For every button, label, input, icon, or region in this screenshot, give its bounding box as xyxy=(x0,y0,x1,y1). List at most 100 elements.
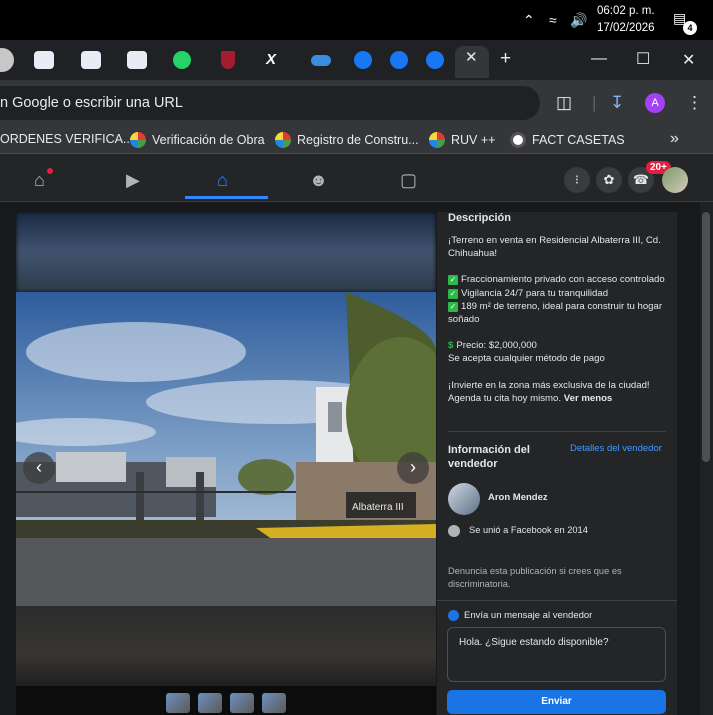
facebook-icon xyxy=(448,525,460,537)
new-tab-icon[interactable]: + xyxy=(500,48,511,70)
messenger-small-icon xyxy=(448,610,459,621)
cta-text: ¡Invierte en la zona más exclusiva de la… xyxy=(448,379,650,404)
speaker-icon[interactable]: 🔊 xyxy=(570,12,587,29)
groups-icon[interactable]: ☻ xyxy=(309,170,328,191)
blurred-background-bottom xyxy=(16,606,436,686)
description-body: ¡Terreno en venta en Residencial Albater… xyxy=(448,234,670,405)
download-icon[interactable]: ↧ xyxy=(610,93,624,113)
seller-name[interactable]: Aron Mendez xyxy=(488,492,548,503)
marketplace-icon[interactable]: ⌂ xyxy=(217,170,228,191)
profile-avatar[interactable]: A xyxy=(645,93,665,113)
close-window-icon[interactable]: ✕ xyxy=(682,50,695,70)
tab-favicon-3[interactable] xyxy=(81,51,101,69)
tab-favicon-4[interactable] xyxy=(127,51,147,69)
seller-info-title: Información del vendedor xyxy=(448,444,530,470)
thumbnail[interactable] xyxy=(230,693,254,713)
bookmark-label: ORDENES VERIFICA... xyxy=(0,132,134,146)
see-less-link[interactable]: Ver menos xyxy=(564,393,613,404)
facebook-tab-icon-2[interactable] xyxy=(390,51,408,69)
price-text: Precio: $2,000,000 xyxy=(456,340,537,352)
price-line: $ Precio: $2,000,000 xyxy=(448,339,670,352)
system-taskbar: ⌃ ≈ 🔊 06:02 p. m. 17/02/2026 ▤ 4 xyxy=(0,0,713,40)
facebook-tab-icon-3[interactable] xyxy=(426,51,444,69)
check-icon: ✓ xyxy=(448,288,458,299)
messenger-icon[interactable]: ✿ xyxy=(596,167,622,193)
description-title: Descripción xyxy=(448,212,511,224)
listing-details-panel: Descripción ¡Terreno en venta en Residen… xyxy=(437,212,677,715)
dollar-icon: $ xyxy=(448,340,454,352)
previous-photo-button[interactable]: ‹ xyxy=(23,452,55,484)
menu-grid-icon[interactable]: ⁝ xyxy=(564,167,590,193)
description-intro: ¡Terreno en venta en Residencial Albater… xyxy=(448,235,661,260)
page-scrollbar-thumb[interactable] xyxy=(702,212,710,462)
message-header: Envía un mensaje al vendedor xyxy=(464,610,593,621)
bookmark-label: Verificación de Obra xyxy=(152,133,265,147)
seller-avatar[interactable] xyxy=(448,483,480,515)
ruv-icon xyxy=(429,132,445,148)
globe-icon xyxy=(510,132,526,148)
extensions-icon[interactable]: ◫ xyxy=(556,93,572,113)
bookmark-item[interactable]: Registro de Constru... xyxy=(275,132,419,148)
close-tab-icon[interactable]: ✕ xyxy=(465,48,478,66)
bookmark-item[interactable]: Verificación de Obra xyxy=(130,132,265,148)
toolbar-divider: | xyxy=(592,93,597,112)
active-nav-indicator xyxy=(185,196,268,199)
divider xyxy=(448,431,666,432)
omnibox-placeholder[interactable]: n Google o escribir una URL xyxy=(0,95,183,111)
home-dot-indicator xyxy=(47,168,53,174)
tab-favicon-1[interactable] xyxy=(0,48,14,72)
bullet-text: Vigilancia 24/7 para tu tranquilidad xyxy=(461,287,609,299)
gaming-icon[interactable]: ▢ xyxy=(400,170,417,191)
video-icon[interactable]: ▶ xyxy=(126,170,140,191)
thumbnail[interactable] xyxy=(198,693,222,713)
message-input[interactable]: Hola. ¿Sigue estando disponible? xyxy=(447,627,666,682)
whatsapp-tab-icon[interactable] xyxy=(173,51,191,69)
description-bullet: ✓ Fraccionamiento privado con acceso cont… xyxy=(448,273,670,286)
minimize-icon[interactable]: — xyxy=(591,50,607,68)
facebook-tab-icon-1[interactable] xyxy=(354,51,372,69)
tab-favicon-2[interactable] xyxy=(34,51,54,69)
bookmark-item[interactable]: FACT CASETAS xyxy=(510,132,625,148)
blurred-background-top xyxy=(16,212,436,292)
seller-details-link[interactable]: Detalles del vendedor xyxy=(570,443,662,454)
send-button[interactable]: Enviar xyxy=(447,690,666,714)
menu-kebab-icon[interactable]: ⋮ xyxy=(686,93,703,113)
payment-text: Se acepta cualquier método de pago xyxy=(448,353,605,365)
divider xyxy=(437,600,677,601)
x-tab-icon[interactable]: X xyxy=(266,51,284,69)
clock-time: 06:02 p. m. xyxy=(597,5,655,17)
next-photo-button[interactable]: › xyxy=(397,452,429,484)
system-clock[interactable]: 06:02 p. m. 17/02/2026 xyxy=(597,3,655,37)
onedrive-tab-icon[interactable] xyxy=(311,55,331,66)
more-bookmarks-button[interactable]: » xyxy=(670,130,679,148)
description-bullet: ✓ 189 m² de terreno, ideal para construir… xyxy=(448,300,670,326)
check-icon: ✓ xyxy=(448,275,458,286)
account-avatar[interactable] xyxy=(662,167,688,193)
home-icon[interactable]: ⌂ xyxy=(34,170,45,191)
maximize-icon[interactable]: ☐ xyxy=(636,49,650,69)
chevron-up-icon[interactable]: ⌃ xyxy=(523,12,535,29)
notifications-count: 4 xyxy=(683,21,697,35)
photo-thumbnails xyxy=(166,693,286,713)
description-bullet: ✓ Vigilancia 24/7 para tu tranquilidad xyxy=(448,287,670,300)
bookmark-item[interactable]: RUV ++ xyxy=(429,132,495,148)
cta-line: ¡Invierte en la zona más exclusiva de la… xyxy=(448,379,670,405)
bookmark-label: RUV ++ xyxy=(451,133,496,147)
clock-date: 17/02/2026 xyxy=(597,22,655,34)
listing-image-viewer: Albaterra III ‹ › xyxy=(16,212,436,715)
thumbnail[interactable] xyxy=(262,693,286,713)
check-icon: ✓ xyxy=(448,301,458,312)
bullet-text: Fraccionamiento privado con acceso contr… xyxy=(461,274,665,286)
report-text[interactable]: Denuncia esta publicación si crees que e… xyxy=(448,565,658,590)
bookmark-label: FACT CASETAS xyxy=(532,133,625,147)
thumbnail[interactable] xyxy=(166,693,190,713)
seller-joined: Se unió a Facebook en 2014 xyxy=(469,525,588,535)
sign-text: Albaterra III xyxy=(352,502,404,513)
ruv-icon xyxy=(275,132,291,148)
wifi-icon[interactable]: ≈ xyxy=(549,12,557,28)
ruv-icon xyxy=(130,132,146,148)
listing-photo: Albaterra III xyxy=(16,292,436,606)
bookmark-label: Registro de Constru... xyxy=(297,133,419,147)
bookmark-item[interactable]: ORDENES VERIFICA... xyxy=(0,132,133,146)
harvard-tab-icon[interactable] xyxy=(221,51,235,69)
